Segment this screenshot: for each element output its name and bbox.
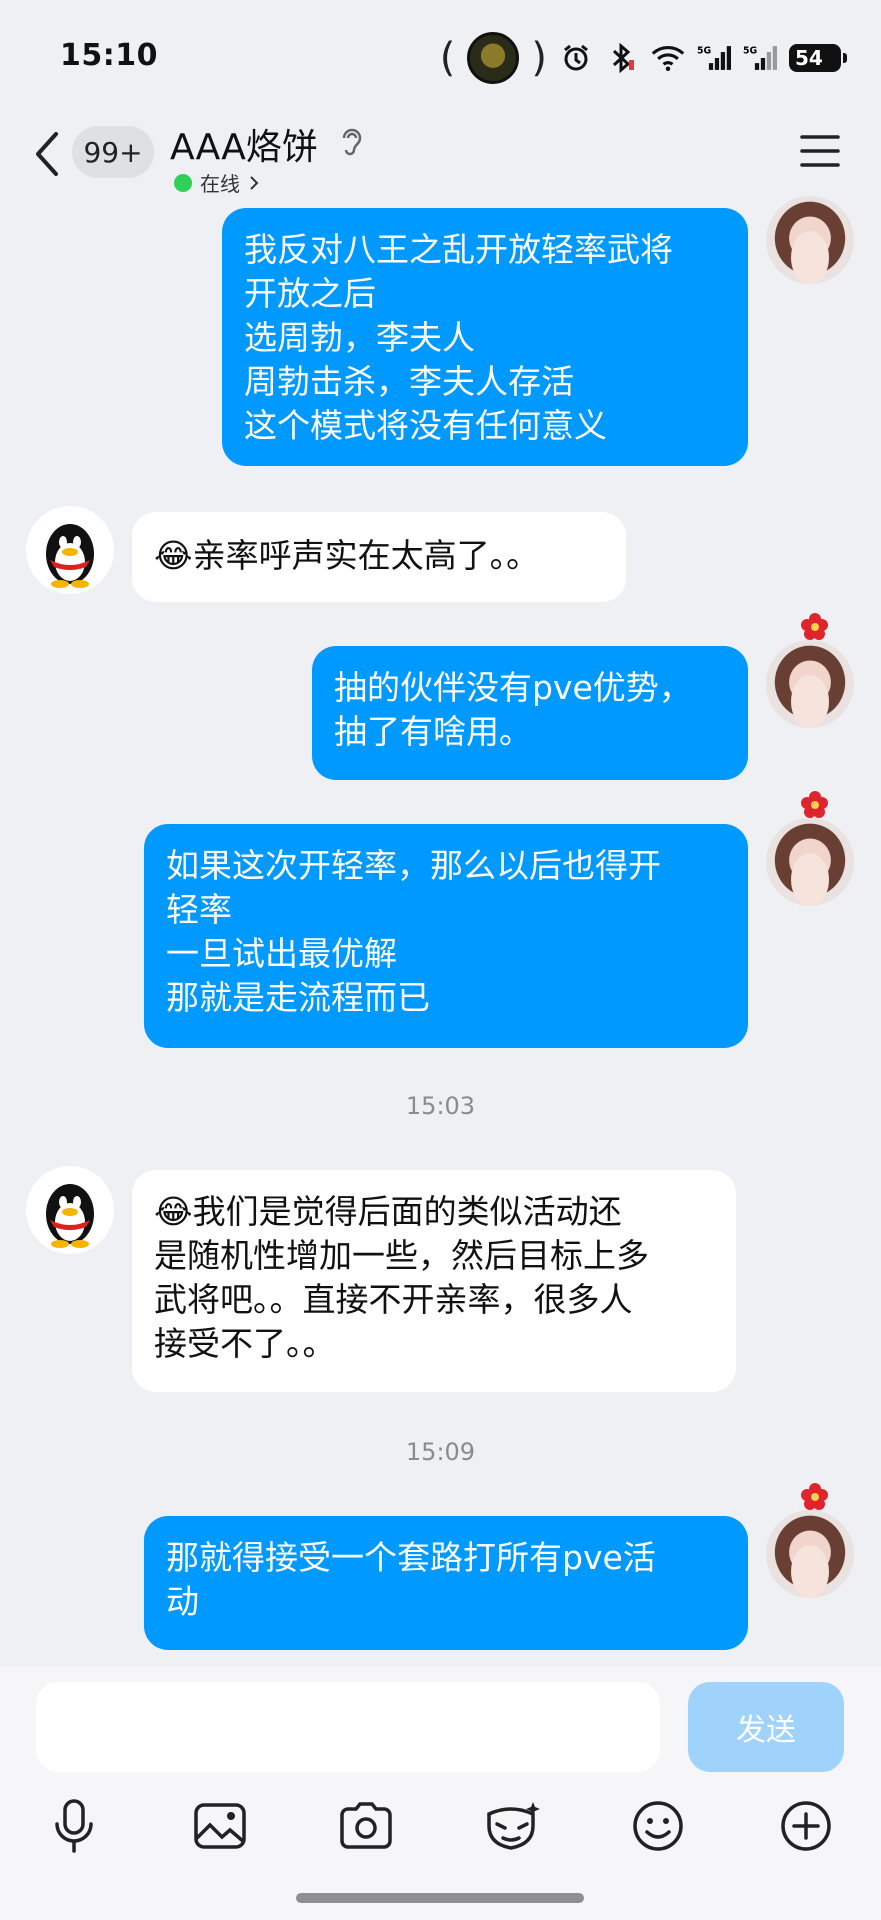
message-text: 武将吧。。直接不开亲率，很多人 (154, 1280, 633, 1319)
send-button[interactable]: 发送 (688, 1682, 844, 1772)
microphone-button[interactable] (44, 1796, 104, 1856)
message-text: 😂亲率呼声实在太高了。。 (154, 536, 540, 575)
alarm-icon (559, 41, 593, 75)
message-text: 选周勃，李夫人 (244, 318, 475, 357)
message-text: 接受不了。。 (154, 1324, 336, 1363)
message-bubble-sent[interactable]: 抽的伙伴没有pve优势， 抽了有啥用。 (312, 646, 748, 780)
penguin-icon (46, 524, 94, 588)
message-bubble-received[interactable]: 😂我们是觉得后面的类似活动还 是随机性增加一些，然后目标上多 武将吧。。直接不开… (132, 1170, 736, 1392)
laugh-cry-emoji-icon: 😂 (154, 536, 193, 575)
signal-5g-icon: 5G (743, 41, 777, 75)
story-avatar[interactable] (467, 32, 520, 84)
message-bubble-sent[interactable]: 那就得接受一个套路打所有pve活 动 (144, 1516, 748, 1650)
message-bubble-sent[interactable]: 如果这次开轻率，那么以后也得开 轻率 一旦试出最优解 那就是走流程而已 (144, 824, 748, 1048)
penguin-icon (46, 1184, 94, 1248)
flower-icon (801, 613, 828, 640)
camera-icon (340, 1802, 392, 1849)
menu-button[interactable] (800, 134, 840, 168)
microphone-icon (55, 1799, 93, 1853)
message-bubble-sent[interactable]: 我反对八王之乱开放轻率武将 开放之后 选周勃，李夫人 周勃击杀，李夫人存活 这个… (222, 208, 748, 466)
svg-text:5G: 5G (743, 46, 757, 57)
plus-icon (781, 1801, 831, 1851)
message-text: 那就是走流程而已 (166, 978, 430, 1017)
message-text: 开放之后 (244, 274, 376, 313)
message-text: 动 (166, 1582, 199, 1621)
laugh-cry-emoji-icon: 😂 (154, 1192, 193, 1231)
message-input[interactable] (36, 1682, 660, 1772)
paren-right-icon: ) (531, 35, 547, 81)
image-button[interactable] (190, 1796, 250, 1856)
self-avatar[interactable] (766, 640, 854, 728)
flower-icon (801, 1483, 828, 1510)
mask-button[interactable] (482, 1796, 542, 1856)
message-text: 如果这次开轻率，那么以后也得开 (166, 846, 661, 885)
unread-badge[interactable]: 99+ (72, 126, 154, 178)
message-text: 😂我们是觉得后面的类似活动还 (154, 1192, 622, 1231)
message-text: 是随机性增加一些，然后目标上多 (154, 1236, 649, 1275)
timestamp: 15:09 (405, 1438, 476, 1466)
status-icons: ( ) 5G 5G 54 (439, 30, 847, 86)
chevron-left-icon (36, 132, 58, 176)
plus-button[interactable] (776, 1796, 836, 1856)
message-text: 这个模式将没有任何意义 (244, 406, 607, 445)
online-status-label: 在线 (200, 172, 240, 196)
self-avatar[interactable] (766, 1510, 854, 1598)
emoji-icon (633, 1801, 683, 1851)
wifi-icon (651, 41, 685, 75)
paren-left-icon: ( (439, 35, 456, 81)
image-icon (194, 1803, 246, 1849)
chat-title[interactable]: AAA烙饼 (170, 118, 318, 170)
message-text: 抽了有啥用。 (334, 712, 532, 751)
emoji-button[interactable] (628, 1796, 688, 1856)
penguin-avatar[interactable] (26, 506, 114, 594)
chevron-right-icon (250, 175, 259, 190)
timestamp: 15:03 (405, 1092, 476, 1120)
message-text: 一旦试出最优解 (166, 934, 397, 973)
svg-text:5G: 5G (697, 46, 711, 57)
flower-icon (801, 791, 828, 818)
penguin-avatar[interactable] (26, 1166, 114, 1254)
bluetooth-icon (605, 41, 639, 75)
mask-icon (487, 1802, 540, 1850)
status-time: 15:10 (60, 38, 158, 73)
online-dot-icon (174, 173, 192, 192)
message-text: 轻率 (166, 890, 232, 929)
hamburger-icon (800, 135, 840, 167)
home-indicator[interactable] (296, 1893, 584, 1903)
message-text: 那就得接受一个套路打所有pve活 (166, 1538, 656, 1577)
message-text: 周勃击杀，李夫人存活 (244, 362, 574, 401)
self-avatar[interactable] (766, 818, 854, 906)
back-button[interactable] (28, 126, 68, 182)
online-status[interactable]: 在线 (174, 168, 260, 197)
signal-5g-icon: 5G (697, 41, 731, 75)
message-text: 抽的伙伴没有pve优势， (334, 668, 692, 707)
message-bubble-received[interactable]: 😂亲率呼声实在太高了。。 (132, 512, 626, 602)
self-avatar[interactable] (766, 196, 854, 284)
camera-button[interactable] (336, 1796, 396, 1856)
message-text: 我反对八王之乱开放轻率武将 (244, 230, 673, 269)
battery-icon: 54 (789, 44, 847, 72)
ear-icon[interactable] (336, 124, 368, 160)
